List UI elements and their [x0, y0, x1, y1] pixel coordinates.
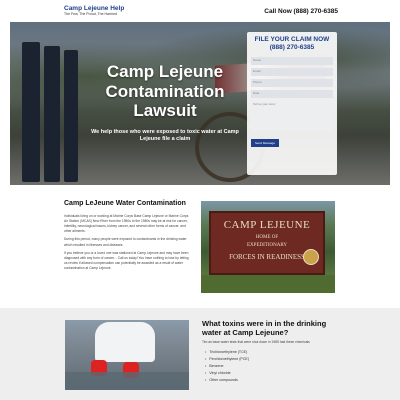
hazmat-worker-figure: [95, 322, 155, 362]
hero-title: Camp Lejeune Contamination Lawsuit: [105, 62, 225, 121]
list-item: Trichloroethylene (TCE): [205, 350, 249, 354]
sign-line-home: HOME OF: [255, 235, 279, 240]
list-item: Other compounds: [205, 378, 249, 382]
section-toxins-title: What toxins were in in the drinking wate…: [202, 319, 327, 337]
list-item: Benzene: [205, 364, 249, 368]
sign-line-expeditionary: EXPEDITIONARY: [247, 243, 287, 248]
sign-shrubs: [201, 275, 335, 293]
claim-form: FILE YOUR CLAIM NOW (888) 270-6385 Name …: [247, 32, 337, 175]
hero-soldier-figure: [44, 46, 60, 182]
section-toxins-intro: Tim as base water tests that were shut d…: [202, 340, 310, 344]
hero-subtitle: We help those who were exposed to toxic …: [91, 129, 239, 143]
section-water-body: Individuals living on or working at Mari…: [64, 214, 192, 274]
list-item: Vinyl chloride: [205, 371, 249, 375]
water-testing-photo: [65, 320, 189, 390]
name-field[interactable]: Name: [251, 57, 333, 66]
section-water-paragraph: Individuals living on or working at Mari…: [64, 214, 189, 234]
list-item: Perchloroethylene (PCE): [205, 357, 249, 361]
site-logo[interactable]: Camp Lejeune Help The Few, The Proud, Th…: [64, 5, 124, 17]
site-header: Camp Lejeune Help The Few, The Proud, Th…: [0, 0, 400, 22]
header-phone-link[interactable]: Call Now (888) 270-6385: [264, 8, 338, 15]
send-message-button[interactable]: Send Message: [251, 139, 280, 148]
section-water-paragraph: During this period, many people were exp…: [64, 237, 187, 247]
form-phone[interactable]: (888) 270-6385: [251, 44, 333, 52]
marine-emblem-icon: [303, 249, 319, 265]
form-heading: FILE YOUR CLAIM NOW (888) 270-6385: [251, 36, 333, 52]
date-field[interactable]: Date: [251, 90, 333, 99]
section-water-paragraph: If you believe you or a loved one was st…: [64, 250, 189, 270]
form-heading-text: FILE YOUR CLAIM NOW: [254, 36, 330, 43]
hero-soldier-figure: [64, 50, 78, 182]
section-water-title: Camp LeJeune Water Contamination: [64, 200, 186, 207]
hero-soldier-figure: [22, 42, 40, 182]
toxin-list: Trichloroethylene (TCE) Perchloroethylen…: [205, 350, 249, 385]
phone-field[interactable]: Phone: [251, 79, 333, 88]
sign-line-camp: CAMP LEJEUNE: [223, 219, 311, 231]
camp-lejeune-sign: CAMP LEJEUNE HOME OF EXPEDITIONARY FORCE…: [209, 211, 325, 275]
camp-lejeune-sign-photo: CAMP LEJEUNE HOME OF EXPEDITIONARY FORCE…: [201, 201, 335, 293]
email-field[interactable]: Email: [251, 68, 333, 77]
logo-tagline: The Few, The Proud, The Harmed: [64, 12, 117, 16]
water-surface: [65, 372, 189, 390]
message-textarea[interactable]: Tell us your story: [251, 101, 333, 132]
